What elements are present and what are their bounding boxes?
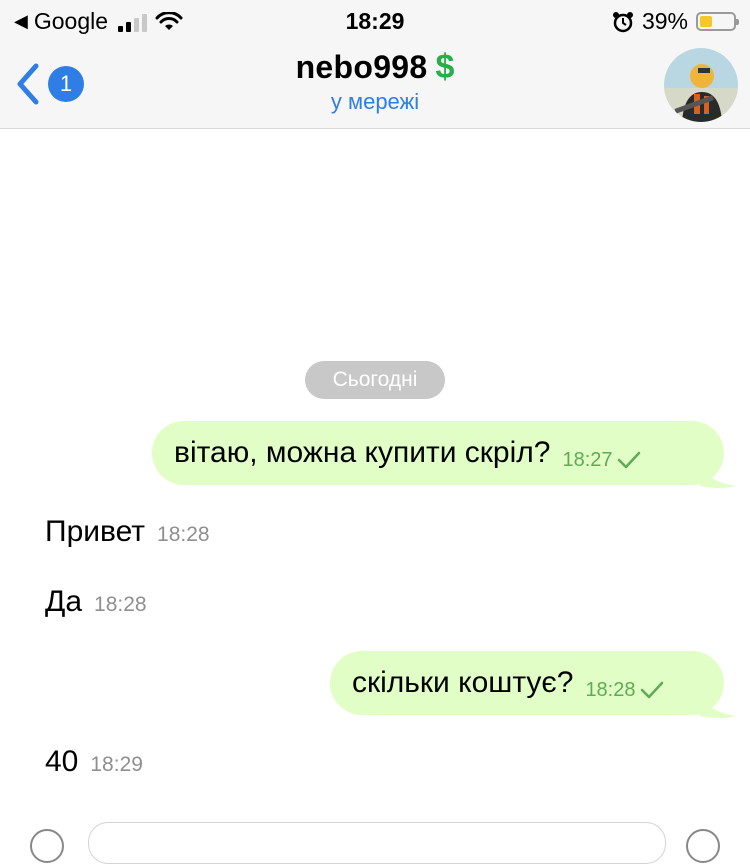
- chat-title: nebo998: [295, 49, 428, 85]
- chat-title-area[interactable]: nebo998 $ у мережі: [0, 48, 750, 115]
- avatar-image: [664, 48, 738, 122]
- status-bar: ◀ Google 18:29 39%: [0, 0, 750, 40]
- message-text: Да: [45, 585, 83, 618]
- check-icon: [617, 451, 640, 469]
- outgoing-message[interactable]: вітаю, можна купити скріл? 18:27: [152, 421, 724, 485]
- message-text: вітаю, можна купити скріл?: [174, 436, 551, 469]
- message-time: 18:28: [157, 523, 210, 546]
- outgoing-message[interactable]: скільки коштує? 18:28: [330, 651, 724, 715]
- bubble-tail: [700, 470, 736, 488]
- message-input[interactable]: [88, 822, 666, 864]
- avatar[interactable]: [664, 48, 738, 122]
- dollar-icon: $: [435, 48, 455, 86]
- message-text: Привет: [45, 515, 146, 548]
- date-separator: Сьогодні: [305, 361, 445, 399]
- message-time: 18:28: [585, 678, 636, 701]
- check-icon: [640, 681, 663, 699]
- message-time: 18:28: [94, 593, 147, 616]
- message-text: 40: [45, 745, 79, 778]
- message-time: 18:29: [90, 753, 143, 776]
- alarm-icon: [612, 11, 633, 32]
- status-right: 39%: [612, 8, 739, 35]
- message-text: скільки коштує?: [352, 666, 574, 699]
- message-time: 18:27: [562, 448, 613, 471]
- incoming-message[interactable]: Привет 18:28: [45, 515, 210, 549]
- chat-header: 1 nebo998 $ у мережі: [0, 40, 750, 129]
- incoming-message[interactable]: 40 18:29: [45, 745, 143, 779]
- incoming-message[interactable]: Да 18:28: [45, 585, 147, 619]
- attach-icon[interactable]: [30, 829, 64, 863]
- battery-percent: 39%: [641, 8, 688, 34]
- online-status: у мережі: [330, 89, 420, 114]
- battery-icon: [696, 12, 739, 31]
- bubble-tail: [700, 700, 736, 718]
- voice-icon[interactable]: [686, 829, 720, 863]
